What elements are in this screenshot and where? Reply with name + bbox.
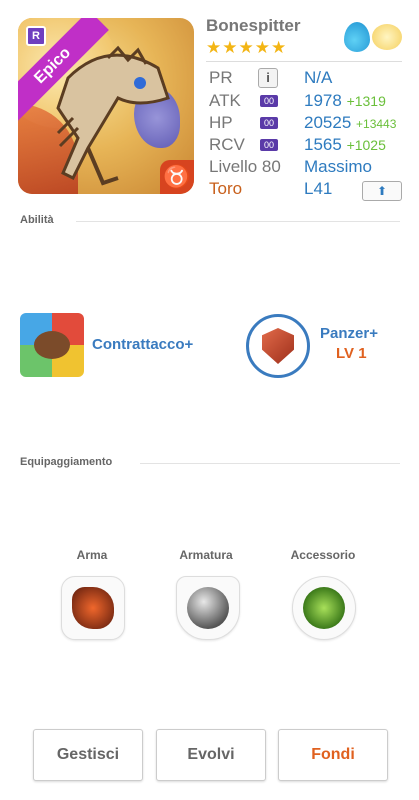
- armor-icon: [187, 587, 229, 629]
- zodiac-value: L41: [304, 179, 333, 198]
- info-icon[interactable]: i: [258, 68, 278, 88]
- level-value: Massimo: [304, 157, 373, 176]
- leader-skill-name[interactable]: Panzer+: [320, 325, 378, 342]
- accessory-icon: [303, 587, 345, 629]
- rcv-label: RCV: [209, 135, 245, 154]
- leader-skill-icon[interactable]: [246, 314, 310, 378]
- shield-icon: [262, 328, 294, 364]
- monster-name: Bonespitter: [206, 16, 301, 35]
- monster-portrait[interactable]: R Epico ♉: [18, 18, 194, 194]
- armor-label: Armatura: [179, 548, 233, 562]
- atk-bonus: +1319: [346, 93, 386, 109]
- weapon-slot[interactable]: [61, 576, 125, 640]
- star-rating: ★★★★★: [206, 38, 288, 57]
- stats-divider: [206, 61, 402, 62]
- weapon-label: Arma: [76, 548, 108, 562]
- zodiac-icon: ♉: [160, 160, 194, 194]
- rarity-badge: R: [26, 26, 46, 46]
- weapon-icon: [72, 587, 114, 629]
- hp-label: HP: [209, 113, 233, 132]
- atk-tag: 00: [260, 95, 278, 107]
- light-element-icon: [372, 24, 402, 50]
- arrow-up-icon: ⬆: [376, 184, 388, 198]
- bear-face-icon: [34, 331, 70, 359]
- water-element-icon: [344, 22, 370, 52]
- equipment-divider: [140, 463, 400, 464]
- rcv-tag: 00: [260, 139, 278, 151]
- accessory-label: Accessorio: [290, 548, 356, 562]
- fuse-button[interactable]: Fondi: [278, 729, 388, 781]
- equipment-header: Equipaggiamento: [20, 456, 113, 468]
- rcv-stat: 1565 +1025: [304, 135, 386, 155]
- zodiac-label: Toro: [209, 179, 243, 198]
- hp-tag: 00: [260, 117, 278, 129]
- rcv-bonus: +1025: [346, 137, 386, 153]
- atk-value: 1978: [304, 91, 342, 110]
- accessory-slot[interactable]: [292, 576, 356, 640]
- manage-button[interactable]: Gestisci: [33, 729, 143, 781]
- atk-stat: 1978 +1319: [304, 91, 386, 111]
- active-skill-icon[interactable]: [20, 313, 84, 377]
- hp-value: 20525: [304, 113, 352, 132]
- hp-stat: 20525 +13443: [304, 113, 396, 133]
- abilities-header: Abilità: [20, 214, 54, 226]
- pr-value: N/A: [304, 68, 333, 87]
- active-skill-name[interactable]: Contrattacco+: [92, 336, 193, 353]
- atk-label: ATK: [209, 91, 241, 110]
- level-label: Livello 80: [209, 157, 281, 176]
- upgrade-button[interactable]: ⬆: [362, 181, 402, 201]
- abilities-divider: [76, 221, 400, 222]
- evolve-button[interactable]: Evolvi: [156, 729, 266, 781]
- armor-slot[interactable]: [176, 576, 240, 640]
- rcv-value: 1565: [304, 135, 342, 154]
- leader-skill-level: LV 1: [336, 345, 367, 362]
- pr-label: PR: [209, 68, 233, 87]
- hp-bonus: +13443: [356, 117, 397, 131]
